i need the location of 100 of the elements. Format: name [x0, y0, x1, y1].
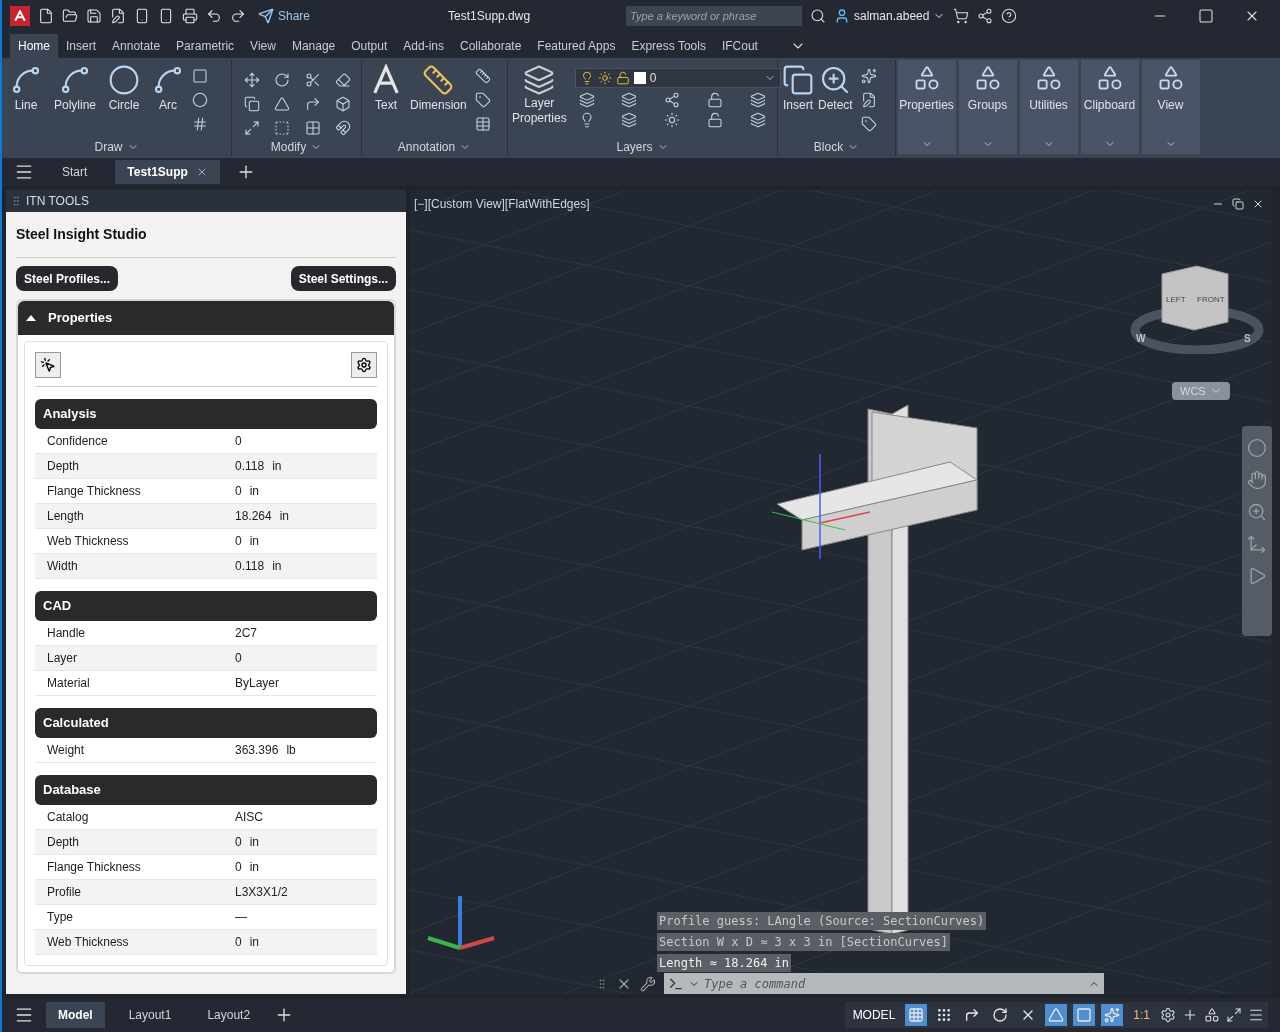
layer-stack-icon[interactable] — [749, 92, 766, 108]
settings-button[interactable] — [351, 352, 377, 378]
settings-icon[interactable] — [1160, 1007, 1176, 1023]
layout-tab[interactable]: Layout1 — [116, 1002, 184, 1028]
ribbon-tool-button[interactable]: Text — [370, 64, 402, 114]
ribbon-tab[interactable]: Add-ins — [395, 34, 452, 58]
help-icon[interactable] — [1001, 8, 1018, 24]
ribbon-tab[interactable]: Output — [343, 34, 396, 58]
collapsed-panel-button[interactable]: Clipboard — [1080, 60, 1139, 154]
ribbon-tab[interactable]: Insert — [58, 34, 105, 58]
linear-dimension-icon[interactable] — [474, 68, 491, 84]
move-icon[interactable] — [244, 72, 260, 88]
pick-object-button[interactable] — [35, 352, 61, 378]
rectangle-icon[interactable] — [192, 68, 209, 84]
plus-icon[interactable] — [1182, 1007, 1198, 1023]
panel-title-button[interactable]: Block — [778, 138, 895, 156]
model-space-button[interactable]: MODEL — [848, 1006, 900, 1024]
wrench-icon[interactable] — [640, 976, 656, 992]
layer-icon[interactable] — [578, 92, 595, 108]
ribbon-tab[interactable]: IFCout — [713, 34, 766, 58]
edit-block-icon[interactable] — [860, 92, 877, 108]
rotate-icon[interactable] — [274, 72, 291, 88]
ellipse-icon[interactable] — [192, 92, 209, 108]
layout-tab[interactable]: Model — [46, 1002, 105, 1028]
command-input[interactable]: Type a command — [704, 975, 1084, 993]
ribbon-tool-button[interactable]: Polyline — [50, 64, 101, 114]
trim-icon[interactable] — [304, 72, 321, 88]
panel-title-button[interactable]: Annotation — [362, 138, 507, 156]
property-value: 0 — [235, 934, 242, 951]
ribbon-tab[interactable]: Parametric — [168, 34, 243, 58]
redo-icon[interactable] — [230, 8, 246, 24]
collapsed-panel-button[interactable]: View — [1141, 60, 1200, 154]
undo-icon[interactable] — [206, 8, 222, 24]
ribbon-tab[interactable]: Featured Apps — [529, 34, 624, 58]
layer-unlock-icon[interactable] — [707, 112, 724, 128]
ribbon-tool-button[interactable]: Line — [6, 64, 46, 114]
table-icon[interactable] — [474, 116, 491, 132]
mobile-icon[interactable] — [134, 8, 150, 24]
ribbon-tab[interactable]: Home — [10, 34, 58, 58]
fullscreen-icon[interactable] — [1226, 1007, 1242, 1023]
layer-dropdown[interactable]: 0 — [574, 68, 781, 88]
open-folder-icon[interactable] — [62, 8, 78, 24]
document-tab[interactable]: Start — [50, 160, 100, 184]
annotation-scale-button[interactable]: 1:1 — [1129, 1006, 1154, 1024]
print-icon[interactable] — [182, 8, 198, 24]
palette-button[interactable]: Steel Profiles... — [16, 266, 119, 291]
ribbon-tab[interactable]: Manage — [283, 34, 344, 58]
app-logo-icon[interactable] — [10, 6, 30, 26]
document-tab[interactable]: Test1Supp — [115, 160, 220, 184]
layer-stack-icon[interactable] — [749, 112, 766, 128]
maximize-icon[interactable] — [1198, 8, 1214, 24]
customize-icon[interactable] — [1248, 1007, 1264, 1023]
ribbon-tool-button[interactable]: Detect — [818, 64, 853, 114]
search-icon[interactable] — [810, 8, 827, 24]
layout-tab[interactable]: Layout2 — [195, 1002, 263, 1028]
shapes-icon[interactable] — [1204, 1007, 1220, 1023]
eraser-icon[interactable] — [334, 72, 351, 88]
box-icon[interactable] — [334, 96, 351, 112]
new-file-icon[interactable] — [38, 8, 54, 24]
ribbon-tool-button[interactable]: Arc — [148, 64, 189, 114]
copy-icon[interactable] — [244, 96, 260, 112]
restore-icon[interactable] — [1232, 198, 1244, 210]
collapsed-panel-button[interactable]: Utilities — [1019, 60, 1078, 154]
collapsed-panel-button[interactable]: Groups — [958, 60, 1017, 154]
ribbon-tab[interactable]: Collaborate — [452, 34, 530, 58]
ribbon-tool-button[interactable]: Insert — [782, 64, 814, 114]
ribbon-tool-button[interactable]: Dimension — [410, 64, 467, 114]
terminal-icon[interactable] — [668, 976, 684, 992]
layer-icon[interactable] — [621, 112, 638, 128]
panel-title-button[interactable]: Draw — [2, 138, 231, 156]
user-menu[interactable]: salman.abeed — [834, 7, 946, 25]
section-header[interactable]: Properties — [18, 301, 394, 335]
pan-hand-icon[interactable] — [1247, 470, 1267, 490]
toggle-grid-button[interactable] — [905, 1004, 928, 1026]
toggle-square-button[interactable] — [1073, 1004, 1096, 1026]
save-icon[interactable] — [86, 8, 102, 24]
close-icon[interactable] — [1252, 198, 1264, 210]
panel-title-button[interactable]: Modify — [232, 138, 361, 156]
panel-title-button[interactable]: Layers — [508, 138, 777, 156]
ribbon-tool-button[interactable]: Layer Properties — [512, 64, 567, 126]
ribbon-tool-button[interactable]: Circle — [104, 64, 145, 114]
ribbon-tab[interactable]: View — [242, 34, 284, 58]
stretch-icon[interactable] — [244, 120, 260, 136]
viewport-controls-label[interactable]: [−][Custom View][FlatWithEdges] — [414, 195, 590, 213]
search-field[interactable]: Type a keyword or phrase — [626, 6, 803, 26]
hatch-icon[interactable] — [192, 116, 209, 132]
palette-button[interactable]: Steel Settings... — [290, 266, 396, 291]
layer-lock-icon[interactable] — [707, 92, 724, 108]
share-button[interactable]: Share — [258, 7, 311, 25]
layer-icon[interactable] — [621, 92, 638, 108]
layer-thaw-icon[interactable] — [664, 112, 681, 128]
network-icon[interactable] — [977, 8, 994, 24]
ribbon-tab[interactable]: Annotate — [104, 34, 169, 58]
command-line-field[interactable]: Type a command — [664, 973, 1104, 994]
array-icon[interactable] — [304, 120, 321, 136]
zoom-icon[interactable] — [1247, 502, 1267, 522]
save-as-icon[interactable] — [110, 8, 126, 24]
collapsed-panel-button[interactable]: Properties — [897, 60, 956, 154]
cart-icon[interactable] — [953, 8, 970, 24]
ribbon-tab[interactable]: Express Tools — [623, 34, 714, 58]
